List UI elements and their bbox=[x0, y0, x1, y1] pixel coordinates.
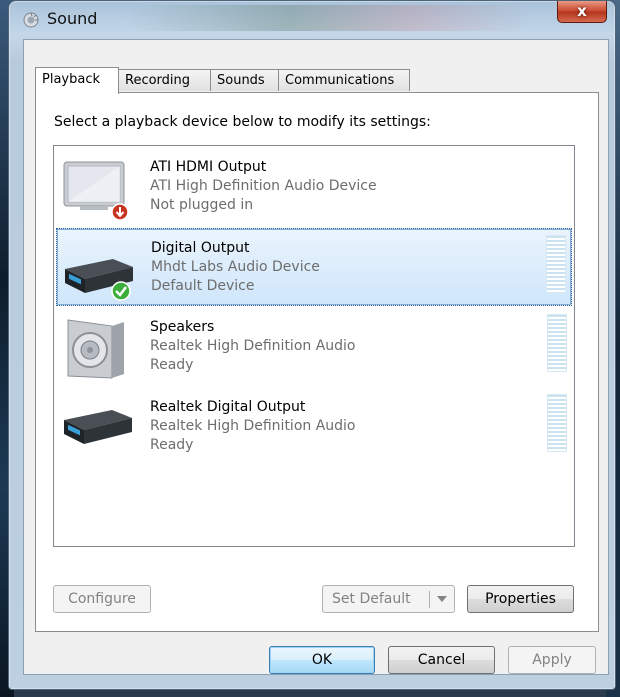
dialog-client-area: Playback Recording Sounds Communications… bbox=[23, 39, 609, 675]
device-name: Realtek Digital Output bbox=[150, 399, 306, 415]
playback-tab-panel: Select a playback device below to modify… bbox=[35, 92, 599, 632]
device-list[interactable]: ATI HDMI Output ATI High Definition Audi… bbox=[53, 145, 575, 547]
sound-dialog: Sound x Playback Recording Sounds Commun… bbox=[8, 0, 616, 690]
ok-button[interactable]: OK bbox=[269, 646, 375, 674]
configure-button[interactable]: Configure bbox=[53, 585, 151, 613]
chevron-down-icon[interactable] bbox=[437, 596, 447, 602]
device-name: ATI HDMI Output bbox=[150, 159, 267, 175]
monitor-icon bbox=[63, 161, 129, 221]
title-bar[interactable]: Sound x bbox=[9, 1, 615, 39]
volume-level-meter bbox=[546, 235, 566, 293]
device-status: Ready bbox=[150, 357, 194, 373]
device-item-realtek-digital[interactable]: Realtek Digital Output Realtek High Defi… bbox=[56, 388, 572, 466]
window-title: Sound bbox=[47, 9, 98, 28]
digital-receiver-icon bbox=[65, 259, 133, 301]
default-check-icon bbox=[111, 281, 131, 301]
speaker-icon bbox=[67, 319, 124, 379]
device-item-speakers[interactable]: Speakers Realtek High Definition Audio R… bbox=[56, 308, 572, 386]
device-description: Realtek High Definition Audio bbox=[150, 418, 356, 434]
device-description: ATI High Definition Audio Device bbox=[150, 178, 377, 194]
device-item-digital-output[interactable]: Digital Output Mhdt Labs Audio Device De… bbox=[56, 228, 572, 306]
set-default-label: Set Default bbox=[332, 591, 411, 607]
tab-sounds[interactable]: Sounds bbox=[210, 69, 279, 91]
tab-recording[interactable]: Recording bbox=[118, 69, 211, 91]
cancel-button[interactable]: Cancel bbox=[388, 646, 495, 674]
tab-communications[interactable]: Communications bbox=[278, 69, 410, 91]
device-status: Ready bbox=[150, 437, 194, 453]
speaker-icon bbox=[23, 12, 39, 28]
close-button[interactable]: x bbox=[557, 1, 607, 23]
device-name: Digital Output bbox=[151, 240, 250, 256]
tab-playback[interactable]: Playback bbox=[35, 67, 119, 94]
set-default-split-button[interactable]: Set Default bbox=[322, 585, 455, 613]
title-bar-glass bbox=[129, 5, 529, 31]
split-separator bbox=[429, 591, 430, 608]
properties-button[interactable]: Properties bbox=[467, 585, 574, 613]
device-status: Not plugged in bbox=[150, 197, 254, 213]
device-status: Default Device bbox=[151, 278, 255, 294]
digital-receiver-icon bbox=[64, 410, 132, 444]
instruction-text: Select a playback device below to modify… bbox=[54, 114, 431, 130]
volume-level-meter bbox=[547, 314, 567, 372]
device-description: Mhdt Labs Audio Device bbox=[151, 259, 320, 275]
volume-level-meter bbox=[547, 394, 567, 452]
device-description: Realtek High Definition Audio bbox=[150, 338, 356, 354]
apply-button[interactable]: Apply bbox=[508, 646, 596, 674]
device-name: Speakers bbox=[150, 319, 215, 335]
device-item-ati-hdmi[interactable]: ATI HDMI Output ATI High Definition Audi… bbox=[56, 148, 572, 226]
